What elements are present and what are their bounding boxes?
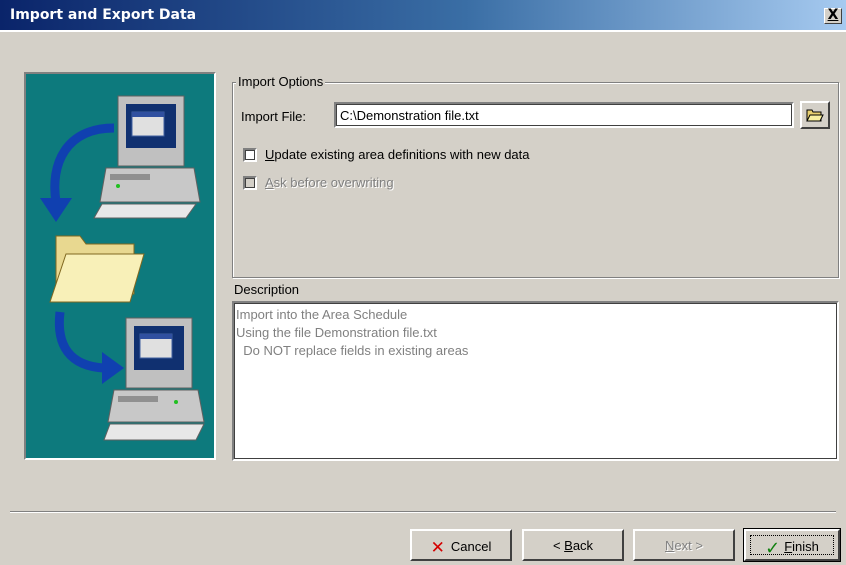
browse-button[interactable]	[800, 101, 830, 129]
import-export-illustration	[40, 95, 205, 441]
description-line: Using the file Demonstration file.txt	[236, 325, 437, 340]
description-line: Do NOT replace fields in existing areas	[236, 343, 469, 358]
description-label: Description	[234, 282, 300, 297]
folder-open-icon	[806, 109, 824, 122]
top-computer-icon	[93, 95, 201, 219]
import-file-input[interactable]	[334, 102, 794, 128]
finish-label: Finish	[784, 539, 819, 554]
import-options-group: Import Options Import File: Update exist…	[232, 74, 839, 278]
description-box: Import into the Area Schedule Using the …	[232, 301, 839, 461]
update-existing-label: Update existing area definitions with ne…	[265, 147, 530, 162]
back-label: < Back	[552, 538, 594, 553]
bottom-computer-icon	[103, 317, 205, 441]
footer-separator	[10, 511, 836, 513]
close-button[interactable]: X	[824, 8, 842, 24]
import-file-label: Import File:	[241, 109, 307, 124]
next-label: Next >	[665, 538, 703, 553]
cancel-label: Cancel	[450, 539, 492, 554]
ask-before-overwriting-label: Ask before overwriting	[265, 175, 394, 190]
ask-before-overwriting-checkbox	[243, 176, 257, 190]
checkmark-icon: ✓	[765, 538, 781, 559]
cancel-button[interactable]: ✕ Cancel	[410, 529, 512, 561]
x-icon: ✕	[430, 538, 445, 558]
back-button[interactable]: < Back	[522, 529, 624, 561]
close-icon: X	[827, 7, 839, 23]
next-button: Next >	[633, 529, 735, 561]
import-options-legend: Import Options	[236, 74, 326, 89]
folder-icon	[49, 235, 145, 303]
wizard-illustration	[24, 72, 216, 460]
finish-button[interactable]: ✓ Finish	[743, 528, 841, 562]
update-existing-checkbox[interactable]	[243, 148, 257, 162]
description-line: Import into the Area Schedule	[236, 307, 408, 322]
title-bar: Import and Export Data X	[0, 0, 846, 32]
window-title: Import and Export Data	[10, 7, 197, 23]
